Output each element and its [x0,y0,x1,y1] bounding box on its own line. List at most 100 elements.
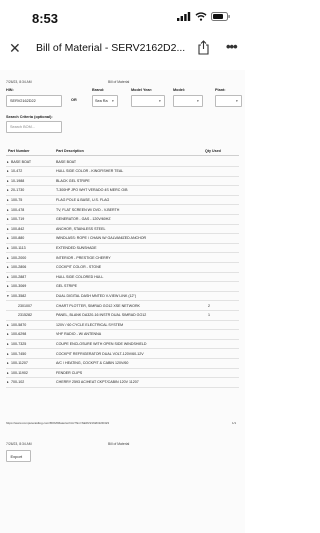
model-select[interactable]: ▾ [173,95,203,107]
part-number-cell: 100-11207 [11,361,28,366]
expand-icon[interactable]: ▸ [7,217,9,221]
status-icons [177,12,231,21]
brand-label: Brand: [92,88,105,92]
more-options-icon[interactable]: ••• [226,39,238,54]
table-row[interactable]: ▸ 100-5870 120V / 60 CYCLE ELECTRICAL SYST… [6,320,239,331]
model-year-select[interactable]: ▾ [131,95,165,107]
part-number-cell: 100-3069 [11,284,27,289]
model-year-label: Model Year: [131,88,153,92]
plant-select[interactable]: ▾ [215,95,242,107]
table-row[interactable]: ▸ 100-719 GENERATOR - GAS - 120V/60HZ [6,215,239,225]
share-icon[interactable] [197,40,210,55]
table-row[interactable]: ▸ 100-880 WINDLASS: ROPE / CHAIN W/ GALVAN… [6,234,239,244]
table-row[interactable]: ▸ 700-102 CHERRY 2593 AC/HEAT CKPT/CABIN 1… [6,378,239,388]
table-row[interactable]: ▸ 100-478 TV, FLAT SCREEN W/ DVD - V-BERTH [6,205,239,215]
part-number-cell: 100-719 [11,217,25,222]
expand-icon[interactable]: ▸ [7,246,9,250]
part-description-cell: WINDLASS: ROPE / CHAIN W/ GALVANIZED ANC… [56,236,147,241]
part-description-cell: GEL STRIPE [56,284,78,289]
expand-icon[interactable]: ▸ [7,198,9,202]
qty-cell: 1 [208,313,210,318]
table-row[interactable]: ▸ 100-1113 EXTENDED SUNSHADE [6,243,239,254]
table-row[interactable]: ▸ 100-11902 FENDER CLIPS [6,368,239,379]
expand-icon[interactable]: ▸ [7,160,9,164]
table-row[interactable]: ▸ 100-842 ANCHOR, STAINLESS STEEL [6,224,239,235]
model-label: Model: [173,88,186,92]
table-row[interactable]: ▸ 100-11207 A/C / HEATING, COCKPIT & CABIN… [6,359,239,369]
expand-icon[interactable]: ▸ [7,371,9,375]
expand-icon[interactable]: ▸ [7,265,9,269]
expand-icon[interactable]: ▸ [7,256,9,260]
table-row[interactable]: ▸ BASE BOAT BASE BOAT [6,157,239,167]
expand-icon[interactable]: ▸ [7,169,9,173]
footer-page: 1/1 [232,421,237,425]
column-header-part-description: Part Description [56,149,84,153]
table-row[interactable]: ▸ 10-472 HULL SIDE COLOR - KINGFISHER TEAL [6,167,239,177]
table-row[interactable]: ▸ 20-1730 T-300HP JPO WHT VERADO 4S MERC O… [6,186,239,196]
expand-icon[interactable]: ▸ [7,227,9,231]
expand-icon[interactable]: ▸ [7,332,9,336]
chevron-down-icon: ▾ [159,99,161,103]
part-description-cell: GENERATOR - GAS - 120V/60HZ [56,217,111,222]
part-number-cell: 100-7450 [11,351,27,356]
hin-value: SERV2162D22 [10,98,36,103]
expand-icon[interactable]: ▸ [7,208,9,212]
table-row[interactable]: ▸ 100-3069 GEL STRIPE [6,282,239,292]
part-number-cell: 100-2887 [11,274,27,279]
table-row[interactable]: ▸ 100-7450 COCKPIT REFRIGERATOR DUAL VOLT-… [6,349,239,359]
plant-label: Plant: [215,88,226,92]
expand-icon[interactable]: ▸ [7,342,9,346]
table-row[interactable]: ▸ 100-6298 VHF RADIO - W/ ANTENNA [6,330,239,340]
part-number-cell: 100-842 [11,226,25,231]
table-row[interactable]: 2301007 CHART PLOTTER, SIMRAD GO12 XSE NE… [6,301,239,311]
part-description-cell: COCKPIT COLOR - STONE [56,265,102,270]
part-description-cell: HULL SIDE COLORED HULL [56,274,104,279]
hin-input[interactable]: SERV2162D22 [6,95,62,107]
document-view[interactable]: 7/26/23, 8:34 AM Bill of Material HIN: S… [0,70,245,533]
expand-icon[interactable]: ▸ [7,361,9,365]
part-number-cell: 100-880 [11,236,25,241]
table-row[interactable]: ▸ 100-2887 HULL SIDE COLORED HULL [6,272,239,283]
brand-select[interactable]: Sea Ra ▾ [92,95,118,107]
part-description-cell: DUAL DIGITAL DASH MNTED V-VIEW LINK (12"… [56,293,137,298]
expand-icon[interactable]: ▸ [7,179,9,183]
status-time: 8:53 [32,11,59,26]
expand-icon[interactable]: ▸ [7,236,9,240]
part-number-cell: 100-478 [11,207,25,212]
brand-value: Sea Ra [95,98,108,103]
table-row[interactable]: 2315282 PANEL, BLANK DA320-16 INSTR DUAL … [6,311,239,321]
table-row[interactable]: ▸ 100-2000 INTERIOR - PRESTIGE CHERRY [6,253,239,263]
expand-icon[interactable]: ▸ [7,323,9,327]
expand-icon[interactable]: ▸ [7,284,9,288]
part-description-cell: CHART PLOTTER, SIMRAD GO12 XSE NETWORK [56,303,140,308]
collapse-icon[interactable]: ▾ [7,294,9,298]
footer-timestamp: 7/26/23, 8:34 AM [6,442,32,446]
close-icon[interactable]: ✕ [9,40,21,57]
export-button[interactable]: Export [6,450,31,462]
part-description-cell: EXTENDED SUNSHADE [56,245,97,250]
table-row[interactable]: ▸ 100-7325 COUPE ENCLOSURE WITH OPEN SIDE … [6,339,239,350]
part-number-cell: 100-2000 [11,255,27,260]
part-description-cell: BASE BOAT [56,159,77,164]
footer-url: https://www.computeraidlog.com/BOM/Mater… [6,421,110,425]
table-row[interactable]: ▸ 100-2806 COCKPIT COLOR - STONE [6,263,239,273]
qty-cell: 2 [208,303,210,308]
expand-icon[interactable]: ▸ [7,352,9,356]
wifi-icon [195,12,207,21]
part-number-cell: 10-472 [11,169,23,174]
table-row[interactable]: ▸ 100-75 FLAG POLE & BASE, U.S. FLAG [6,195,239,206]
search-input[interactable]: Search BOM... [6,121,62,133]
table-row[interactable]: ▸ 10-1988 BLACK GEL STRIPE [6,176,239,187]
expand-icon[interactable]: ▸ [7,275,9,279]
column-header-qty: Qty Used [205,149,221,153]
footer-title: Bill of Material [108,442,130,446]
nav-title: Bill of Material - SERV2162D2... [36,42,186,54]
nav-bar: ✕ Bill of Material - SERV2162D2... ••• [0,34,245,64]
table-row[interactable]: ▾ 100-3582 DUAL DIGITAL DASH MNTED V-VIEW … [6,291,239,302]
part-description-cell: T-300HP JPO WHT VERADO 4S MERC O/B [56,188,128,193]
search-placeholder: Search BOM... [10,124,35,129]
expand-icon[interactable]: ▸ [7,188,9,192]
part-description-cell: COCKPIT REFRIGERATOR DUAL VOLT-120V/60-1… [56,351,144,356]
expand-icon[interactable]: ▸ [7,380,9,384]
battery-icon [211,12,230,21]
